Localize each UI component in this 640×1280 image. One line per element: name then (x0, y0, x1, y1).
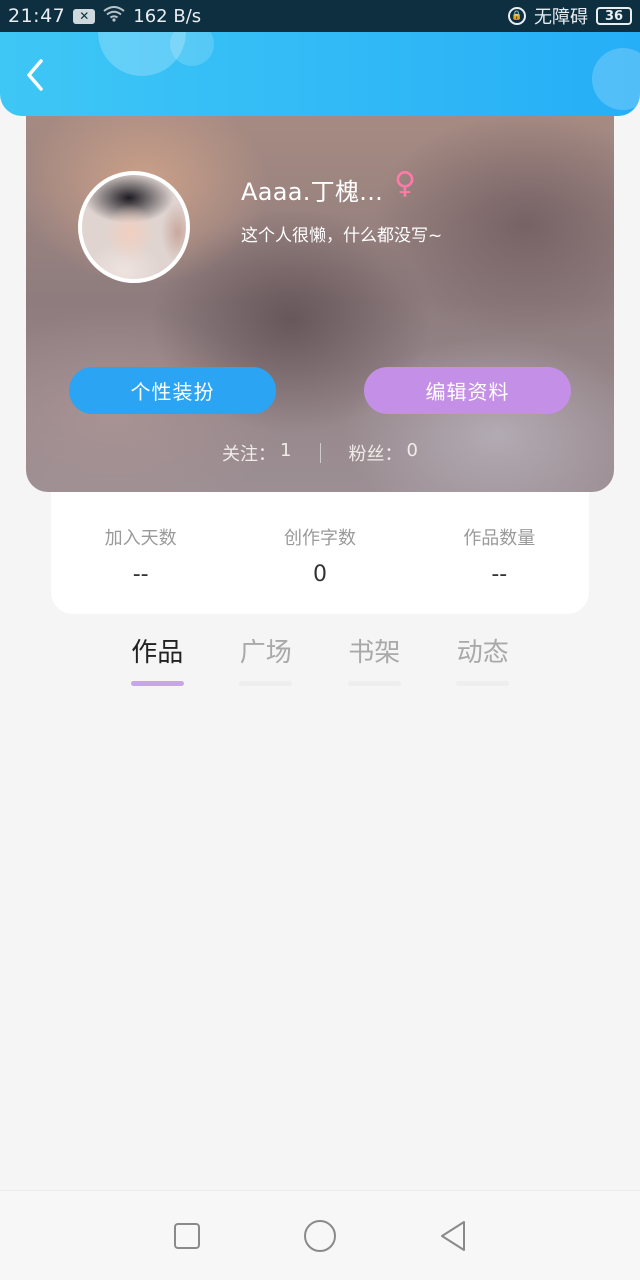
lock-rotation-icon: 🔒 (508, 7, 526, 25)
dress-up-button[interactable]: 个性装扮 (69, 367, 276, 414)
profile-bio: 这个人很懒，什么都没写~ (241, 226, 443, 246)
battery-indicator: 36 (596, 7, 632, 25)
tab-indicator (130, 681, 184, 686)
tab-activity[interactable]: 动态 (429, 632, 538, 686)
follow-stats: 关注： 1 粉丝： 0 (26, 440, 614, 466)
tab-indicator (456, 681, 510, 686)
tab-bookshelf[interactable]: 书架 (320, 632, 429, 686)
recents-button[interactable] (167, 1216, 207, 1256)
status-time: 21:47 (8, 5, 66, 27)
tab-label: 广场 (239, 638, 292, 668)
avatar[interactable] (78, 171, 190, 283)
followers-label: 粉丝： (348, 444, 403, 465)
network-speed: 162 B/s (133, 5, 202, 27)
circle-home-icon (303, 1219, 336, 1252)
decorative-bubble (170, 32, 214, 66)
username: Aaaa.丁槐... (241, 178, 384, 206)
tab-label: 动态 (456, 638, 509, 668)
back-button[interactable] (18, 58, 52, 92)
tab-indicator (239, 681, 293, 686)
divider (319, 443, 321, 463)
back-nav-button[interactable] (433, 1216, 473, 1256)
wifi-icon (103, 6, 125, 26)
stats-panel: 加入天数 -- 创作字数 0 作品数量 -- (51, 480, 589, 614)
status-bar: 21:47 ✕ 162 B/s 🔒 无障碍 36 (0, 0, 640, 32)
tab-square[interactable]: 广场 (212, 632, 321, 686)
home-button[interactable] (300, 1216, 340, 1256)
followers-count[interactable]: 粉丝： 0 (349, 440, 418, 466)
stat-value: -- (491, 562, 508, 587)
status-right: 🔒 无障碍 36 (508, 3, 632, 29)
stat-works-count: 作品数量 -- (424, 524, 574, 614)
following-value: 1 (280, 440, 292, 461)
triangle-back-icon (441, 1220, 466, 1251)
tab-works[interactable]: 作品 (103, 632, 212, 686)
chevron-left-icon (27, 59, 43, 91)
following-count[interactable]: 关注： 1 (222, 440, 291, 466)
stat-label: 加入天数 (104, 528, 177, 549)
stat-label: 作品数量 (463, 528, 536, 549)
female-gender-icon: ♀ (394, 166, 416, 201)
stat-value: -- (132, 562, 149, 587)
header-bar (0, 32, 640, 116)
x-mail-icon: ✕ (73, 8, 96, 24)
system-nav-bar (0, 1190, 640, 1280)
tab-label: 书架 (348, 638, 401, 668)
followers-value: 0 (406, 440, 418, 461)
stat-label: 创作字数 (283, 528, 356, 549)
tab-label: 作品 (131, 638, 184, 668)
stat-join-days: 加入天数 -- (66, 524, 216, 614)
following-label: 关注： (222, 444, 277, 465)
profile-card: Aaaa.丁槐... ♀ 这个人很懒，什么都没写~ 个性装扮 编辑资料 关注： … (26, 110, 614, 492)
edit-profile-button[interactable]: 编辑资料 (364, 367, 571, 414)
accessibility-label: 无障碍 (534, 7, 588, 28)
status-left: 21:47 ✕ 162 B/s (8, 5, 201, 27)
decorative-bubble (592, 48, 640, 110)
square-recents-icon (173, 1222, 200, 1249)
tab-indicator (347, 681, 401, 686)
stat-word-count: 创作字数 0 (245, 524, 395, 614)
stat-value: 0 (312, 562, 327, 587)
content-tabs: 作品 广场 书架 动态 (103, 632, 537, 686)
